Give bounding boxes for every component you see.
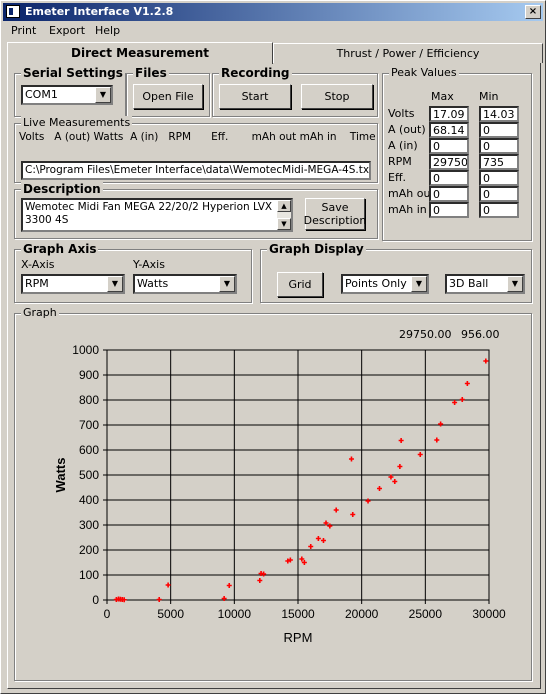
peak-min-field[interactable]: 0 [479, 186, 519, 202]
peak-max-field[interactable]: 17.09 [429, 106, 469, 122]
x-tick-label: 0 [104, 607, 111, 621]
live-measurements-label: Live Measurements [21, 116, 133, 129]
x-axis-label: X-Axis [21, 258, 55, 271]
chevron-down-icon: ▼ [219, 276, 235, 292]
serial-settings-label: Serial Settings [21, 66, 125, 80]
point-style-select[interactable]: 3D Ball ▼ [445, 274, 525, 294]
x-axis-select[interactable]: RPM ▼ [21, 274, 125, 294]
peak-row-label: RPM [388, 155, 412, 168]
live-measurement-headers: Volts A (out) Watts A (in) RPM Eff. mAh … [19, 131, 376, 143]
y-axis-select[interactable]: Watts ▼ [133, 274, 237, 294]
app-window: Emeter Interface V1.2.8 × Print Export H… [0, 0, 546, 694]
peak-row-label: A (out) [388, 123, 426, 136]
x-tick-label: 5000 [157, 607, 184, 621]
chevron-down-icon: ▼ [107, 276, 123, 292]
com-port-value: COM1 [25, 88, 58, 101]
open-file-button[interactable]: Open File [133, 84, 203, 109]
recording-group: Recording Start Stop [212, 66, 378, 117]
x-axis-title: RPM [284, 630, 313, 645]
description-label: Description [21, 182, 103, 196]
peak-min-field[interactable]: 0 [479, 122, 519, 138]
tab-panel: Serial Settings COM1 ▼ Files Open File R… [7, 63, 541, 689]
y-axis-title: Watts [53, 458, 68, 493]
peak-min-field[interactable]: 0 [479, 170, 519, 186]
x-tick-label: 15000 [281, 607, 315, 621]
peak-max-field[interactable]: 29750 [429, 154, 469, 170]
description-group: Description Wemotec Midi Fan MEGA 22/20/… [14, 182, 378, 239]
window-title: Emeter Interface V1.2.8 [25, 5, 174, 18]
peak-values-label: Peak Values [389, 66, 459, 79]
display-mode-select[interactable]: Points Only ▼ [341, 274, 429, 294]
y-tick-label: 700 [79, 418, 99, 432]
peak-max-field[interactable]: 0 [429, 186, 469, 202]
scatter-chart: 0 5000 10000 15000 20000 25000 30000 0 100 200 300… [53, 343, 506, 645]
peak-row-label: mAh in [388, 203, 427, 216]
data-file-path-field[interactable]: C:\Program Files\Emeter Interface\data\W… [21, 161, 371, 180]
description-textarea[interactable]: Wemotec Midi Fan MEGA 22/20/2 Hyperion L… [21, 198, 293, 232]
y-tick-label: 100 [79, 568, 99, 582]
live-measurements-group: Live Measurements Volts A (out) Watts A … [14, 116, 378, 183]
menu-help[interactable]: Help [95, 24, 120, 37]
y-axis-label: Y-Axis [133, 258, 165, 271]
com-port-select[interactable]: COM1 ▼ [21, 85, 113, 105]
tab-thrust-power-efficiency[interactable]: Thrust / Power / Efficiency [273, 43, 543, 63]
title-bar: Emeter Interface V1.2.8 × [3, 3, 543, 21]
y-tick-label: 500 [79, 468, 99, 482]
chevron-down-icon: ▼ [95, 87, 111, 103]
y-tick-label: 1000 [72, 343, 99, 357]
graph-display-group: Graph Display Grid Points Only ▼ 3D Ball… [260, 242, 532, 303]
start-button[interactable]: Start [219, 84, 291, 109]
recording-label: Recording [219, 66, 292, 80]
peak-min-field[interactable]: 0 [479, 202, 519, 218]
peak-row-label: A (in) [388, 139, 418, 152]
peak-max-field[interactable]: 0 [429, 138, 469, 154]
peak-row-label: Eff. [388, 171, 407, 184]
menu-export[interactable]: Export [49, 24, 85, 37]
y-tick-label: 400 [79, 493, 99, 507]
app-icon [6, 5, 20, 18]
peak-row-label: mAh out [388, 187, 435, 200]
peak-values-group: Peak Values Max Min Volts 17.09 14.03 A (ou… [382, 66, 532, 241]
peak-max-field[interactable]: 0 [429, 170, 469, 186]
x-tick-label: 10000 [218, 607, 252, 621]
y-tick-label: 800 [79, 393, 99, 407]
y-tick-label: 200 [79, 543, 99, 557]
x-tick-label: 25000 [409, 607, 443, 621]
graph-group: Graph 29750.00 956.00 0 5000 10000 15000 200… [14, 306, 532, 681]
peak-max-field[interactable]: 0 [429, 202, 469, 218]
peak-min-field[interactable]: 735 [479, 154, 519, 170]
grid-button[interactable]: Grid [277, 272, 323, 297]
chevron-down-icon: ▼ [411, 276, 427, 292]
peak-max-field[interactable]: 68.14 [429, 122, 469, 138]
peak-row-label: Volts [388, 107, 415, 120]
max-header: Max [431, 90, 454, 103]
scroll-up-icon[interactable]: ▲ [277, 200, 291, 212]
peak-min-field[interactable]: 14.03 [479, 106, 519, 122]
graph-display-label: Graph Display [267, 242, 366, 256]
y-tick-label: 600 [79, 443, 99, 457]
scroll-down-icon[interactable]: ▼ [277, 218, 291, 230]
close-button[interactable]: × [525, 5, 541, 19]
stop-button[interactable]: Stop [301, 84, 373, 109]
y-tick-label: 900 [79, 368, 99, 382]
x-tick-label: 20000 [345, 607, 379, 621]
scrollbar[interactable]: ▲ ▼ [277, 200, 291, 230]
y-tick-label: 300 [79, 518, 99, 532]
menu-bar: Print Export Help [3, 22, 543, 40]
files-label: Files [133, 66, 169, 80]
chevron-down-icon: ▼ [507, 276, 523, 292]
y-tick-label: 0 [92, 593, 99, 607]
save-description-button[interactable]: Save Description [304, 198, 366, 230]
menu-print[interactable]: Print [11, 24, 36, 37]
files-group: Files Open File [126, 66, 210, 117]
x-tick-label: 30000 [472, 607, 506, 621]
min-header: Min [479, 90, 499, 103]
tab-direct-measurement[interactable]: Direct Measurement [7, 42, 273, 64]
graph-axis-label: Graph Axis [21, 242, 99, 256]
peak-min-field[interactable]: 0 [479, 138, 519, 154]
serial-settings-group: Serial Settings COM1 ▼ [14, 66, 126, 117]
graph-axis-group: Graph Axis X-Axis Y-Axis RPM ▼ Watts ▼ [14, 242, 252, 303]
